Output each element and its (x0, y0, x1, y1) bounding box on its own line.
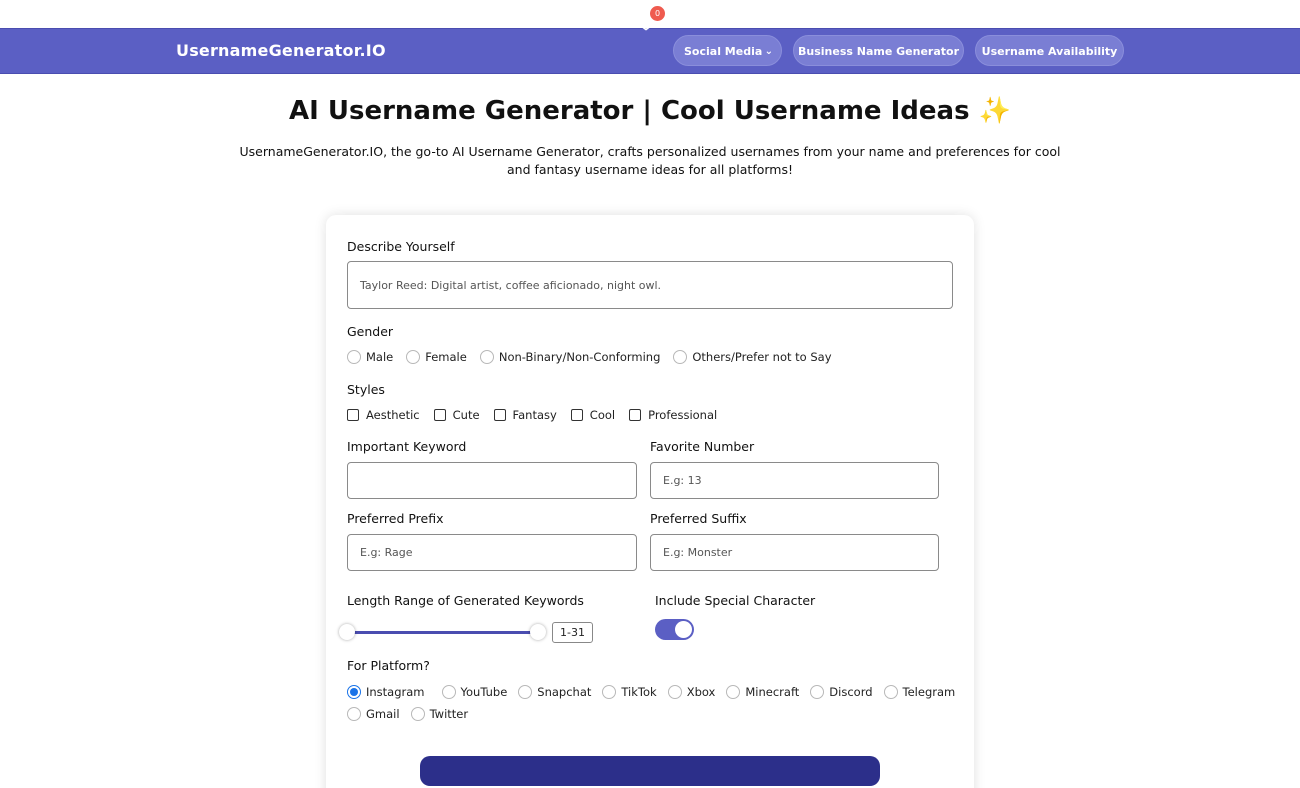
style-option-cute[interactable]: Cute (433, 408, 480, 422)
styles-label: Styles (347, 382, 385, 397)
platform-option-youtube[interactable]: YouTube (441, 685, 507, 699)
gender-label: Gender (347, 324, 394, 339)
business-name-generator-button[interactable]: Business Name Generator (793, 35, 964, 66)
radio-icon[interactable] (726, 685, 741, 699)
slider-max-handle[interactable] (530, 624, 546, 640)
radio-icon[interactable] (810, 685, 825, 699)
radio-icon[interactable] (667, 685, 682, 699)
suffix-placeholder: E.g: Monster (663, 546, 733, 559)
special-character-toggle[interactable] (655, 619, 694, 640)
radio-icon[interactable] (673, 350, 688, 364)
platform-option-discord[interactable]: Discord (810, 685, 873, 699)
special-character-label: Include Special Character (655, 593, 816, 608)
length-range-label: Length Range of Generated Keywords (347, 593, 584, 608)
gender-option-others[interactable]: Others/Prefer not to Say (673, 350, 832, 364)
social-media-label: Social Media (684, 45, 763, 58)
favorite-number-label: Favorite Number (650, 439, 755, 454)
radio-icon[interactable] (406, 350, 421, 364)
favorite-number-input[interactable]: E.g: 13 (650, 462, 939, 499)
describe-input[interactable]: Taylor Reed: Digital artist, coffee afic… (347, 261, 953, 309)
platform-option-xbox[interactable]: Xbox (667, 685, 715, 699)
radio-icon[interactable] (883, 685, 898, 699)
platform-option-minecraft[interactable]: Minecraft (726, 685, 799, 699)
radio-icon[interactable] (410, 707, 425, 721)
platform-option-twitter[interactable]: Twitter (410, 707, 468, 721)
page-subtitle: UsernameGenerator.IO, the go-to AI Usern… (239, 144, 1061, 177)
gender-option-female[interactable]: Female (406, 350, 467, 364)
radio-icon[interactable] (347, 685, 361, 699)
keyword-label: Important Keyword (347, 439, 467, 454)
style-options: Aesthetic Cute Fantasy Cool Professional (347, 408, 729, 422)
keyword-input[interactable] (347, 462, 637, 499)
platform-option-instagram[interactable]: Instagram (347, 685, 425, 699)
gender-options: Male Female Non-Binary/Non-Conforming Ot… (347, 350, 844, 364)
platform-label: For Platform? (347, 658, 430, 673)
username-availability-button[interactable]: Username Availability (975, 35, 1124, 66)
suffix-label: Preferred Suffix (650, 511, 747, 526)
favorite-number-placeholder: E.g: 13 (663, 474, 702, 487)
radio-icon[interactable] (347, 707, 361, 721)
style-option-aesthetic[interactable]: Aesthetic (347, 408, 420, 422)
platform-option-telegram[interactable]: Telegram (883, 685, 955, 699)
describe-label: Describe Yourself (347, 239, 455, 254)
checkbox-icon[interactable] (570, 409, 583, 421)
toggle-knob (675, 621, 692, 638)
describe-placeholder: Taylor Reed: Digital artist, coffee afic… (360, 278, 662, 292)
platform-options-row-1: Instagram YouTube Snapchat TikTok Xbox M… (347, 685, 967, 699)
gender-option-male[interactable]: Male (347, 350, 393, 364)
platform-option-tiktok[interactable]: TikTok (602, 685, 657, 699)
generate-button[interactable] (420, 756, 880, 786)
radio-icon[interactable] (347, 350, 361, 364)
checkbox-icon[interactable] (433, 409, 446, 421)
platform-options-row-2: Gmail Twitter (347, 707, 480, 721)
prefix-input[interactable]: E.g: Rage (347, 534, 637, 571)
checkbox-icon[interactable] (347, 409, 359, 421)
site-logo[interactable]: UsernameGenerator.IO (176, 41, 386, 60)
prefix-label: Preferred Prefix (347, 511, 444, 526)
platform-option-snapchat[interactable]: Snapchat (518, 685, 591, 699)
gender-option-non-binary[interactable]: Non-Binary/Non-Conforming (479, 350, 660, 364)
platform-option-gmail[interactable]: Gmail (347, 707, 400, 721)
length-range-value: 1-31 (552, 622, 593, 643)
page-title: AI Username Generator | Cool Username Id… (289, 96, 1011, 126)
suffix-input[interactable]: E.g: Monster (650, 534, 939, 571)
radio-icon[interactable] (518, 685, 533, 699)
style-option-cool[interactable]: Cool (570, 408, 615, 422)
radio-icon[interactable] (602, 685, 617, 699)
radio-icon[interactable] (441, 685, 456, 699)
style-option-fantasy[interactable]: Fantasy (493, 408, 557, 422)
social-media-dropdown[interactable]: Social Media ⌄ (673, 35, 782, 66)
checkbox-icon[interactable] (493, 409, 506, 421)
prefix-placeholder: E.g: Rage (360, 546, 413, 559)
chevron-down-icon: ⌄ (764, 46, 773, 57)
style-option-professional[interactable]: Professional (629, 408, 717, 422)
radio-icon[interactable] (479, 350, 494, 364)
length-range-slider[interactable] (350, 631, 536, 634)
favorites-count-badge: 0 (650, 6, 665, 21)
checkbox-icon[interactable] (629, 409, 642, 421)
slider-min-handle[interactable] (339, 624, 355, 640)
